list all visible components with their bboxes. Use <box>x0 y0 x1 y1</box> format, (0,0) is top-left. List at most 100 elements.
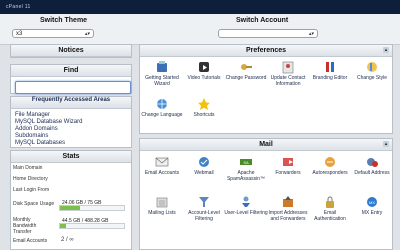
mailing-list-icon <box>156 197 168 208</box>
tile-webmail[interactable]: Webmail <box>182 155 226 176</box>
tile-language[interactable]: Change Language <box>140 97 184 118</box>
video-icon <box>199 62 209 72</box>
tile-video[interactable]: Video Tutorials <box>182 60 226 81</box>
switch-account-label: Switch Account <box>236 17 289 24</box>
frequent-link[interactable]: Addon Domains <box>11 126 131 133</box>
tile-label: Email Authentication <box>314 210 346 222</box>
mail-panel: Mail ▴ Email Accounts Webmail SA Apache Spa… <box>139 138 393 250</box>
user-filter-icon <box>242 196 250 207</box>
tile-label: Branding Editor <box>312 75 348 81</box>
tile-star[interactable]: Shortcuts <box>182 97 226 118</box>
collapse-icon[interactable]: ▴ <box>383 141 389 147</box>
switch-account-select[interactable]: ▴▾ <box>218 29 318 38</box>
tile-default-address[interactable]: Default Address <box>350 155 394 176</box>
tile-label: Change Style <box>356 75 388 81</box>
tile-label: Account-Level Filtering <box>188 210 220 222</box>
style-icon <box>367 62 377 72</box>
tile-label: Change Password <box>225 75 267 81</box>
tile-label: MX Entry <box>361 210 383 216</box>
tile-autoresponder[interactable]: Autoresponders <box>308 155 352 176</box>
switch-theme-value: x3 <box>16 31 23 37</box>
tile-label: Autoresponders <box>312 170 348 176</box>
tile-label: User-Level Filtering <box>224 210 268 216</box>
stats-label: Disk Space Usage <box>13 201 55 207</box>
tile-label: Email Accounts <box>144 170 180 176</box>
stats-title: Stats <box>11 151 131 163</box>
tile-label: Forwarders <box>275 170 301 176</box>
key-icon <box>241 64 252 70</box>
tile-mx[interactable]: MX MX Entry <box>350 195 394 216</box>
stats-label: Last Login From <box>13 187 50 193</box>
disk-usage-fill <box>60 206 81 210</box>
tile-forwarder[interactable]: Forwarders <box>266 155 310 176</box>
frequent-panel: Frequently Accessed Areas File Manager M… <box>10 96 132 148</box>
tile-envelope[interactable]: Email Accounts <box>140 155 184 176</box>
find-input[interactable] <box>15 81 131 94</box>
tile-filter[interactable]: Account-Level Filtering <box>182 195 226 222</box>
email-accounts-value: 2 / ∞ <box>61 237 74 243</box>
tile-branding[interactable]: Branding Editor <box>308 60 352 81</box>
tile-label: Default Address <box>354 170 390 176</box>
frequent-title: Frequently Accessed Areas <box>11 97 131 109</box>
tile-label: Webmail <box>194 170 214 176</box>
svg-text:MX: MX <box>369 200 375 205</box>
tile-label: Video Tutorials <box>187 75 221 81</box>
tile-label: Shortcuts <box>193 112 215 118</box>
envelope-icon <box>155 157 169 167</box>
notices-title: Notices <box>11 45 131 57</box>
spamassassin-icon: SA <box>240 159 252 165</box>
tile-label: Import Addresses and Forwarders <box>268 210 308 222</box>
auth-icon <box>326 196 334 208</box>
tile-user-filter[interactable]: User-Level Filtering <box>224 195 268 216</box>
preferences-title: Preferences <box>140 45 392 57</box>
tile-label: Mailing Lists <box>148 210 176 216</box>
disk-usage-value: 24.06 GB / 75 GB <box>62 200 102 206</box>
tile-label: Getting Started Wizard <box>145 75 179 87</box>
bandwidth-value: 44.5 GB / 488.28 GB <box>62 218 109 224</box>
tile-contact[interactable]: Update Contact Information <box>266 60 310 87</box>
frequent-link[interactable]: File Manager <box>11 112 131 119</box>
import-icon <box>283 196 293 207</box>
switch-bar: Switch Theme x3 ▴▾ Switch Account ▴▾ <box>0 14 400 45</box>
find-title: Find <box>11 65 131 77</box>
contact-icon <box>282 61 294 74</box>
stats-label: Main Domain <box>13 165 43 171</box>
autoresponder-icon <box>325 157 335 167</box>
tile-label: Apache SpamAssassin™ <box>226 170 266 182</box>
switch-theme-label: Switch Theme <box>40 17 88 24</box>
tile-wizard[interactable]: Getting Started Wizard <box>140 60 184 87</box>
tile-mailing-list[interactable]: Mailing Lists <box>140 195 184 216</box>
disk-usage-bar: 24.06 GB / 75 GB <box>59 200 125 211</box>
mx-icon: MX <box>367 197 377 207</box>
branding-icon <box>326 62 334 72</box>
mail-title: Mail <box>140 139 392 151</box>
frequent-link[interactable]: MySQL Database Wizard <box>11 119 131 126</box>
tile-style[interactable]: Change Style <box>350 60 394 81</box>
frequent-link[interactable]: MySQL Databases <box>11 140 131 147</box>
svg-text:SA: SA <box>243 160 249 165</box>
brand-logo: cPanel 11 <box>6 4 31 10</box>
tile-key[interactable]: Change Password <box>224 60 268 81</box>
star-icon <box>198 98 210 110</box>
stats-label: Email Accounts <box>13 238 48 244</box>
tile-label: Change Language <box>141 112 183 118</box>
language-icon <box>157 99 167 109</box>
tile-auth[interactable]: Email Authentication <box>308 195 352 222</box>
bandwidth-fill <box>60 224 66 228</box>
wizard-icon <box>157 61 167 72</box>
filter-icon <box>199 197 209 207</box>
forwarder-icon <box>283 158 293 166</box>
bandwidth-bar: 44.5 GB / 488.28 GB <box>59 218 125 229</box>
frequent-link[interactable]: Subdomains <box>11 133 131 140</box>
collapse-icon[interactable]: ▴ <box>383 47 389 53</box>
tile-label: Update Contact Information <box>270 75 306 87</box>
top-bar: cPanel 11 <box>0 0 400 14</box>
stats-label: Monthly Bandwidth Transfer <box>13 217 37 235</box>
switch-theme-select[interactable]: x3 ▴▾ <box>12 29 94 38</box>
preferences-panel: Preferences ▴ Getting Started Wizard Vide… <box>139 44 393 134</box>
chevron-down-icon: ▴▾ <box>84 31 90 37</box>
tile-spamassassin[interactable]: SA Apache SpamAssassin™ <box>224 155 268 182</box>
find-panel: Find <box>10 64 132 94</box>
notices-panel: Notices <box>10 44 132 58</box>
tile-import[interactable]: Import Addresses and Forwarders <box>266 195 310 222</box>
